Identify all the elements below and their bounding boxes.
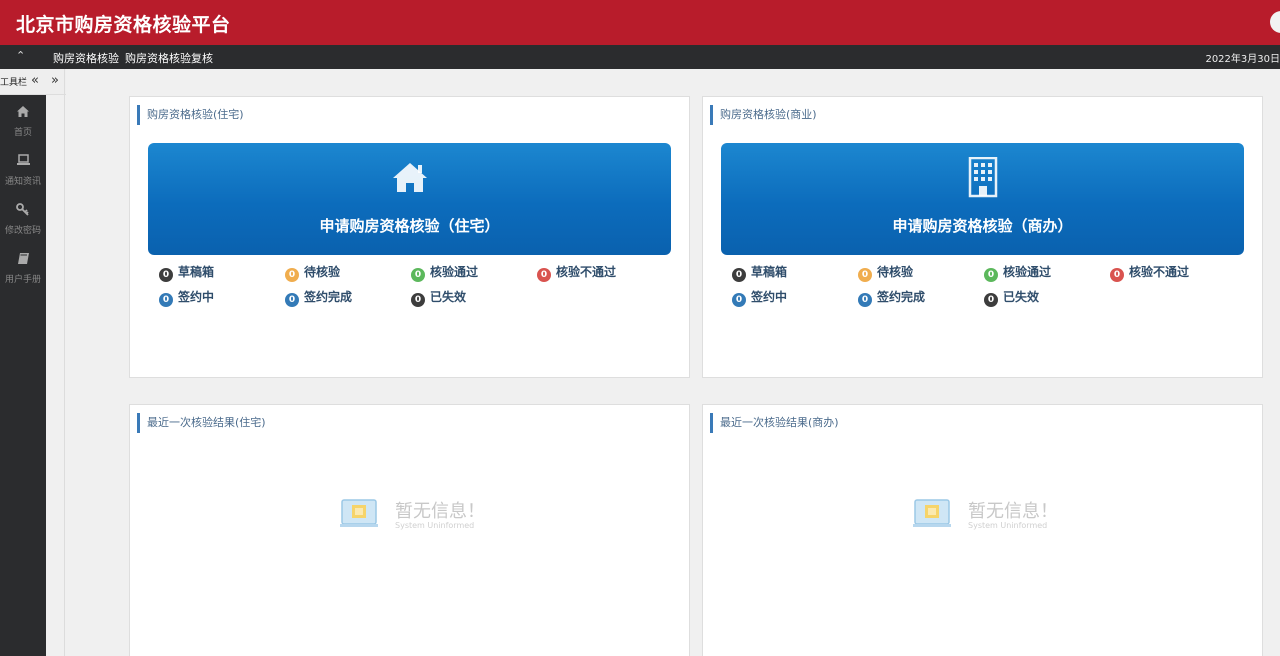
- user-avatar[interactable]: [1270, 11, 1280, 33]
- status-passed[interactable]: 0 核验通过: [411, 263, 478, 282]
- status-failed[interactable]: 0 核验不通过: [1110, 263, 1189, 282]
- count-badge: 0: [732, 268, 746, 282]
- top-nav: ⌃ 购房资格核验 购房资格核验复核 2022年3月30日: [0, 45, 1280, 69]
- sidebar-item-label: 用户手册: [4, 275, 41, 285]
- count-badge: 0: [732, 293, 746, 307]
- panel-residential: 购房资格核验(住宅) 申请购房资格核验（住宅） 0 草稿箱 0 待核验 0 核验通过 …: [129, 96, 690, 378]
- status-label: 签约完成: [304, 290, 353, 304]
- panel-last-commercial: 最近一次核验结果(商办) 暂无信息！ System Uninformed: [702, 404, 1263, 656]
- status-pending[interactable]: 0 待核验: [858, 263, 913, 282]
- status-label: 签约中: [751, 290, 788, 304]
- status-signed[interactable]: 0 签约完成: [858, 288, 925, 307]
- content-divider: [64, 69, 65, 656]
- empty-subtitle: System Uninformed: [395, 521, 475, 530]
- status-label: 待核验: [877, 265, 914, 279]
- status-label: 已失效: [1003, 290, 1040, 304]
- status-signed[interactable]: 0 签约完成: [285, 288, 352, 307]
- collapse-icon[interactable]: «: [31, 73, 39, 88]
- home-icon: [0, 105, 46, 121]
- status-signing[interactable]: 0 签约中: [159, 288, 214, 307]
- status-label: 已失效: [430, 290, 467, 304]
- apply-button-label: 申请购房资格核验（住宅）: [319, 217, 500, 235]
- count-badge: 0: [411, 268, 425, 282]
- key-icon: [0, 203, 46, 219]
- empty-title: 暂无信息！: [968, 501, 1058, 522]
- panel-commercial: 购房资格核验(商业) 申请购房资格核验（商办） 0 草稿箱 0 待核验 0 核验通过 …: [702, 96, 1263, 378]
- status-label: 草稿箱: [178, 265, 215, 279]
- panel-title: 购房资格核验(商业): [710, 105, 817, 125]
- count-badge: 0: [159, 293, 173, 307]
- status-label: 待核验: [304, 265, 341, 279]
- sidebar-item-label: 通知资讯: [4, 177, 41, 187]
- sidebar-item-password[interactable]: 修改密码: [0, 203, 46, 236]
- count-badge: 0: [984, 293, 998, 307]
- apply-button-label: 申请购房资格核验（商办）: [892, 217, 1073, 235]
- toolbar-label: 工具栏: [0, 78, 28, 88]
- house-icon: [148, 159, 671, 199]
- count-badge: 0: [285, 268, 299, 282]
- empty-info-icon: [340, 498, 378, 528]
- sidebar: 首页 通知资讯 修改密码 用户手册: [0, 95, 46, 656]
- chevron-up-icon[interactable]: ⌃: [16, 49, 25, 62]
- panel-last-residential: 最近一次核验结果(住宅) 暂无信息！ System Uninformed: [129, 404, 690, 656]
- status-expired[interactable]: 0 已失效: [411, 288, 466, 307]
- apply-commercial-button[interactable]: 申请购房资格核验（商办）: [721, 143, 1244, 255]
- count-badge: 0: [285, 293, 299, 307]
- status-draft[interactable]: 0 草稿箱: [732, 263, 787, 282]
- status-label: 核验通过: [1003, 265, 1052, 279]
- count-badge: 0: [858, 293, 872, 307]
- count-badge: 0: [411, 293, 425, 307]
- count-badge: 0: [1110, 268, 1124, 282]
- toolbar-header: 工具栏 « »: [0, 69, 66, 95]
- count-badge: 0: [858, 268, 872, 282]
- status-label: 草稿箱: [751, 265, 788, 279]
- sidebar-item-label: 首页: [13, 128, 32, 138]
- nav-item-review[interactable]: 购房资格核验复核: [125, 50, 213, 66]
- sidebar-item-manual[interactable]: 用户手册: [0, 252, 46, 285]
- status-expired[interactable]: 0 已失效: [984, 288, 1039, 307]
- status-failed[interactable]: 0 核验不通过: [537, 263, 616, 282]
- expand-icon[interactable]: »: [51, 73, 59, 88]
- panel-title: 最近一次核验结果(住宅): [137, 413, 266, 433]
- status-signing[interactable]: 0 签约中: [732, 288, 787, 307]
- sidebar-item-label: 修改密码: [4, 226, 41, 236]
- status-label: 核验不通过: [1129, 265, 1190, 279]
- sidebar-item-home[interactable]: 首页: [0, 105, 46, 138]
- count-badge: 0: [159, 268, 173, 282]
- status-label: 核验通过: [430, 265, 479, 279]
- building-icon: [721, 156, 1244, 199]
- status-label: 签约中: [178, 290, 215, 304]
- count-badge: 0: [984, 268, 998, 282]
- current-date: 2022年3月30日: [1205, 54, 1280, 65]
- nav-item-verification[interactable]: 购房资格核验: [53, 50, 119, 66]
- sidebar-item-news[interactable]: 通知资讯: [0, 154, 46, 187]
- empty-info-icon: [913, 498, 951, 528]
- app-title: 北京市购房资格核验平台: [16, 14, 231, 36]
- empty-title: 暂无信息！: [395, 501, 485, 522]
- status-passed[interactable]: 0 核验通过: [984, 263, 1051, 282]
- status-pending[interactable]: 0 待核验: [285, 263, 340, 282]
- status-draft[interactable]: 0 草稿箱: [159, 263, 214, 282]
- book-icon: [0, 252, 46, 268]
- status-label: 核验不通过: [556, 265, 617, 279]
- count-badge: 0: [537, 268, 551, 282]
- panel-title: 购房资格核验(住宅): [137, 105, 244, 125]
- panel-title: 最近一次核验结果(商办): [710, 413, 839, 433]
- app-header: 北京市购房资格核验平台: [0, 0, 1280, 45]
- empty-state: 暂无信息！ System Uninformed: [703, 493, 1262, 533]
- status-label: 签约完成: [877, 290, 926, 304]
- empty-state: 暂无信息！ System Uninformed: [130, 493, 689, 533]
- laptop-icon: [0, 154, 46, 170]
- empty-subtitle: System Uninformed: [968, 521, 1048, 530]
- apply-residential-button[interactable]: 申请购房资格核验（住宅）: [148, 143, 671, 255]
